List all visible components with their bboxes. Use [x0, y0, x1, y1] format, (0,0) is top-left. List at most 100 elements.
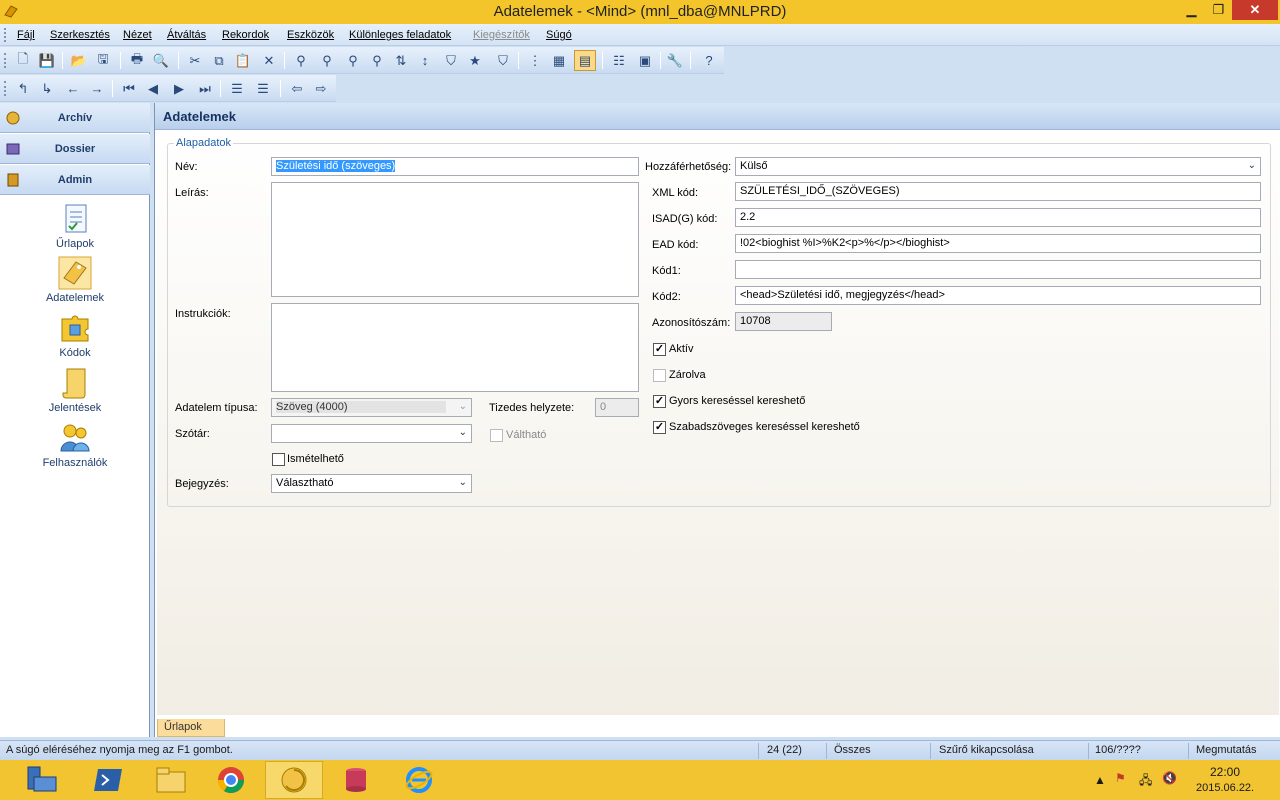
powershell-icon[interactable]	[80, 761, 138, 799]
sidebar-item-jelentesek[interactable]: Jelentések	[25, 366, 125, 414]
ismetelheto-checkbox[interactable]	[272, 453, 285, 466]
szabadszoveges-checkbox[interactable]: ✓	[653, 421, 666, 434]
history-forward-icon[interactable]: ⇨	[310, 78, 332, 99]
aktiv-checkbox[interactable]: ✓	[653, 343, 666, 356]
sidebar-header-dossier[interactable]: Dossier	[0, 134, 150, 164]
nev-field[interactable]: Születési idő (szöveges)	[271, 157, 639, 176]
flag-icon[interactable]: ⚑	[1115, 771, 1126, 785]
internet-explorer-icon[interactable]	[390, 761, 448, 799]
kod1-field[interactable]	[735, 260, 1261, 279]
menu-kulonleges-feladatok[interactable]: Különleges feladatok	[349, 29, 451, 41]
filter-icon[interactable]: ⛉	[440, 50, 462, 71]
chevron-down-icon: ⌄	[458, 427, 467, 438]
form-view-icon[interactable]: ▤	[574, 50, 596, 71]
status-filter[interactable]: Szűrő kikapcsolása	[939, 744, 1034, 756]
kod2-field[interactable]: <head>Születési idő, megjegyzés</head>	[735, 286, 1261, 305]
last-record-icon[interactable]: ⏭	[194, 78, 216, 99]
show-hidden-icons-icon[interactable]: ▲	[1094, 773, 1106, 787]
properties-icon[interactable]: ▣	[634, 50, 656, 71]
bottom-tab-urlapok[interactable]: Űrlapok	[157, 719, 225, 737]
menubar-grip[interactable]	[4, 28, 7, 42]
isad-kod-field[interactable]: 2.2	[735, 208, 1261, 227]
status-show[interactable]: Megmutatás	[1196, 744, 1257, 756]
status-scope[interactable]: Összes	[834, 744, 871, 756]
tizedes-field[interactable]: 0	[595, 398, 639, 417]
server-manager-icon[interactable]	[12, 761, 70, 799]
go-up-icon[interactable]: ↰	[12, 78, 34, 99]
menu-sugo[interactable]: Súgó	[546, 29, 572, 41]
copy-icon[interactable]: ⧉	[208, 50, 230, 71]
clock-date[interactable]: 2015.06.22.	[1196, 782, 1254, 794]
gyors-kereses-checkbox[interactable]: ✓	[653, 395, 666, 408]
chevron-down-icon: ⌄	[1247, 160, 1256, 171]
ead-kod-field[interactable]: !02<bioghist %I>%K2<p>%</p></bioghist>	[735, 234, 1261, 253]
print-preview-icon[interactable]: 🔍	[150, 50, 172, 71]
database-icon[interactable]	[327, 761, 385, 799]
chrome-icon[interactable]	[202, 761, 260, 799]
mind-app-icon[interactable]	[265, 761, 323, 799]
sidebar-header-archiv[interactable]: Archív	[0, 103, 150, 133]
nav-toolbar-grip[interactable]	[4, 81, 7, 96]
clear-filter-icon[interactable]: ⛉	[492, 50, 514, 71]
clock-time[interactable]: 22:00	[1210, 765, 1240, 779]
sidebar-item-adatelemek[interactable]: Adatelemek	[25, 256, 125, 304]
xml-kod-field[interactable]: SZÜLETÉSI_IDŐ_(SZÖVEGES)	[735, 182, 1261, 201]
minimize-button[interactable]: ▁	[1178, 0, 1205, 20]
sidebar-item-felhasznalok[interactable]: Felhasználók	[25, 421, 125, 469]
bejegyzes-select[interactable]: Választható ⌄	[271, 474, 472, 493]
history-back-icon[interactable]: ⇦	[286, 78, 308, 99]
menu-fajl[interactable]: Fájl	[17, 29, 35, 41]
adatelem-tipusa-select[interactable]: Szöveg (4000) ⌄	[271, 398, 472, 417]
hierarchy-icon[interactable]: ☷	[608, 50, 630, 71]
tools-icon[interactable]: 🔧	[664, 50, 686, 71]
valthato-checkbox[interactable]	[490, 429, 503, 442]
new-icon[interactable]: 🗋	[12, 50, 34, 71]
menu-eszkozok[interactable]: Eszközök	[287, 29, 334, 41]
print-icon[interactable]: 🖶	[126, 50, 148, 71]
menu-kiegeszitok[interactable]: Kiegészítők	[473, 29, 530, 41]
file-explorer-icon[interactable]	[142, 761, 200, 799]
instrukciok-textarea[interactable]	[271, 303, 639, 392]
save-all-icon[interactable]: 🖫	[92, 50, 114, 71]
add-record-icon[interactable]: ☰	[226, 78, 248, 99]
menu-atvaltas[interactable]: Átváltás	[167, 29, 206, 41]
sort-icon[interactable]: ⇅	[390, 50, 412, 71]
azonosito-field[interactable]: 10708	[735, 312, 832, 331]
cut-icon[interactable]: ✂	[184, 50, 206, 71]
sidebar-header-admin[interactable]: Admin	[0, 165, 150, 195]
delete-icon[interactable]: ✕	[258, 50, 280, 71]
close-button[interactable]: ✕	[1232, 0, 1278, 20]
sidebar-item-urlapok[interactable]: Űrlapok	[25, 202, 125, 250]
find-icon[interactable]: ⚲	[290, 50, 312, 71]
open-folder-icon[interactable]: 📂	[68, 50, 90, 71]
volume-muted-icon[interactable]: 🔇	[1162, 771, 1177, 785]
remove-record-icon[interactable]: ☰	[252, 78, 274, 99]
restore-button[interactable]: ❐	[1205, 0, 1232, 20]
leiras-textarea[interactable]	[271, 182, 639, 297]
tree-view-icon[interactable]: ⋮	[524, 50, 546, 71]
context-help-icon[interactable]: ?	[698, 50, 720, 71]
save-icon[interactable]: 💾	[36, 50, 58, 71]
menu-rekordok[interactable]: Rekordok	[222, 29, 269, 41]
favorite-filter-icon[interactable]: ★	[464, 50, 486, 71]
forward-icon[interactable]: →	[86, 78, 108, 99]
go-down-icon[interactable]: ↳	[36, 78, 58, 99]
grid-view-icon[interactable]: ▦	[548, 50, 570, 71]
lookup-icon[interactable]: ⚲	[366, 50, 388, 71]
find-next-icon[interactable]: ⚲	[316, 50, 338, 71]
network-icon[interactable]: 🖧	[1139, 771, 1152, 792]
menu-szerkesztes[interactable]: Szerkesztés	[50, 29, 110, 41]
find-replace-icon[interactable]: ⚲	[342, 50, 364, 71]
menu-nezet[interactable]: Nézet	[123, 29, 152, 41]
szotar-select[interactable]: ⌄	[271, 424, 472, 443]
first-record-icon[interactable]: ⏮	[118, 78, 140, 99]
back-icon[interactable]: ←	[62, 78, 84, 99]
zarolva-checkbox[interactable]	[653, 369, 666, 382]
hozzaferhetoseg-select[interactable]: Külső ⌄	[735, 157, 1261, 176]
previous-record-icon[interactable]: ◀	[142, 78, 164, 99]
toolbar-grip[interactable]	[4, 53, 7, 68]
sort-az-icon[interactable]: ↕	[414, 50, 436, 71]
next-record-icon[interactable]: ▶	[168, 78, 190, 99]
sidebar-item-kodok[interactable]: Kódok	[25, 311, 125, 359]
paste-icon[interactable]: 📋	[232, 50, 254, 71]
